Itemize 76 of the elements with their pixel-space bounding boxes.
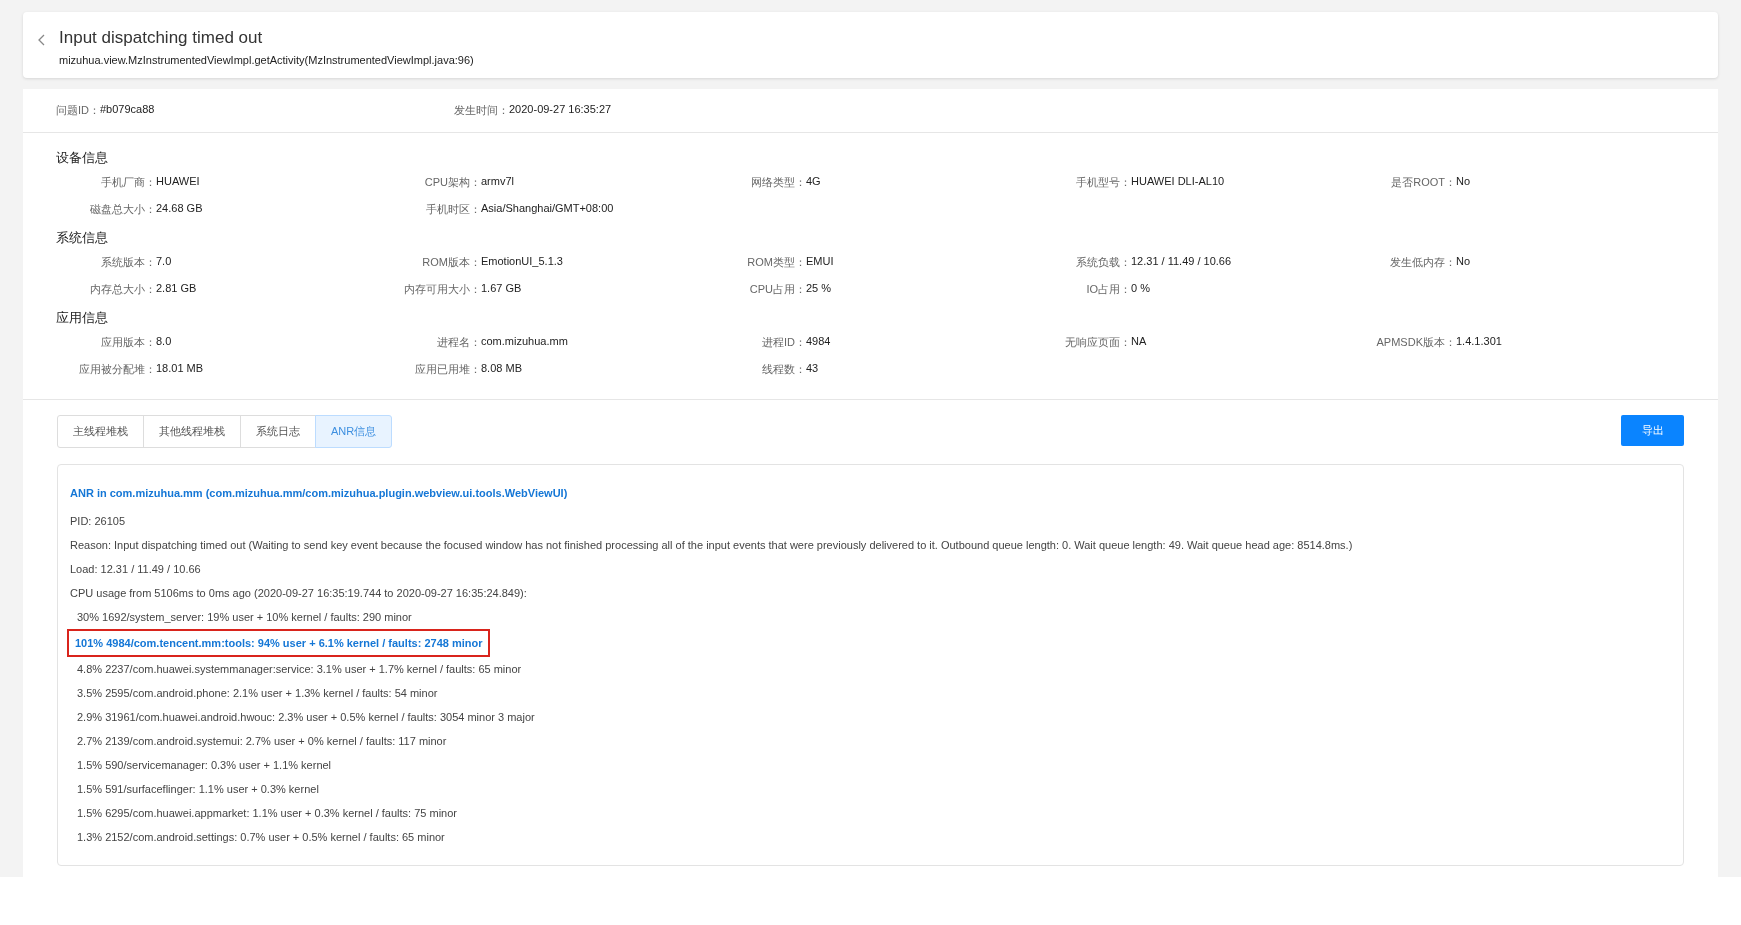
tab[interactable]: 其他线程堆栈 [143,415,241,448]
field-value: 1.67 GB [481,282,522,296]
field-value: 0 % [1131,282,1150,296]
field-label: 手机型号： [1075,175,1131,190]
issue-title: Input dispatching timed out [59,28,264,48]
field-value: EmotionUI_5.1.3 [481,255,563,269]
section-title: 应用信息 [56,309,109,327]
log-line: Load: 12.31 / 11.49 / 10.66 [70,562,201,577]
log-line: 30% 1692/system_server: 19% user + 10% kernel / faults: 290 minor [76,610,412,625]
field-value: HUAWEI [156,175,200,189]
log-line: 2.7% 2139/com.android.systemui: 2.7% user + 0% kernel / faults: 117 minor [76,734,447,749]
field-label: 磁盘总大小： [89,202,156,217]
log-line: 1.5% 590/servicemanager: 0.3% user + 1.1% kernel [76,758,332,773]
field-value: No [1456,175,1471,189]
field-label: 进程名： [436,335,481,350]
field-label: CPU占用： [748,282,806,297]
log-line: 1.5% 591/surfaceflinger: 1.1% user + 0.3% kernel [76,782,319,797]
field-label: 内存总大小： [89,282,156,297]
field-label: 应用已用堆： [414,362,481,377]
field-value: #b079ca88 [100,103,155,117]
tab[interactable]: 系统日志 [240,415,316,448]
field-value: HUAWEI DLI-AL10 [1131,175,1225,189]
field-label: 进程ID： [761,335,806,350]
field-label: ROM类型： [746,255,806,270]
field-value: Asia/Shanghai/GMT+08:00 [481,202,614,216]
field-label: 系统版本： [100,255,156,270]
log-heading: ANR in com.mizuhua.mm (com.mizuhua.mm/com.mizuhua.plugin.webview.ui.tools.WebViewUI) [70,486,568,501]
field-value: NA [1131,335,1147,349]
field-label: APMSDK版本： [1375,335,1456,350]
field-value: 4984 [806,335,831,349]
field-label: 是否ROOT： [1390,175,1456,190]
section-title: 系统信息 [56,229,109,247]
field-label: 无响应页面： [1064,335,1131,350]
log-line: Reason: Input dispatching timed out (Waiting to send key event because the focused window has not finished processing all of the input events that were previously delivered to it. Outbound queue length: 0. Wait queue length: 49. Wait queue head age: 8514.8ms.) [70,538,1353,553]
log-line: 1.5% 6295/com.huawei.appmarket: 1.1% user + 0.3% kernel / faults: 75 minor [76,806,457,821]
field-label: 手机厂商： [100,175,156,190]
field-label: 应用版本： [100,335,156,350]
issue-location: mizuhua.view.MzInstrumentedViewImpl.getActivity(MzInstrumentedViewImpl.java:96) [59,54,474,66]
section-title: 设备信息 [56,149,109,167]
field-value: com.mizuhua.mm [481,335,568,349]
tab[interactable]: 主线程堆栈 [57,415,144,448]
field-label: ROM版本： [421,255,481,270]
field-value: 12.31 / 11.49 / 10.66 [1131,255,1232,269]
field-label: CPU架构： [423,175,481,190]
field-value: armv7l [481,175,514,189]
field-value: No [1456,255,1471,269]
field-label: 发生低内存： [1389,255,1456,270]
export-button[interactable]: 导出 [1621,415,1684,446]
log-line: CPU usage from 5106ms to 0ms ago (2020-09-27 16:35:19.744 to 2020-09-27 16:35:24.849): [70,586,527,601]
field-label: IO占用： [1085,282,1131,297]
field-value: 4G [806,175,821,189]
field-label: 手机时区： [425,202,481,217]
back-icon[interactable] [37,34,47,46]
field-value: 24.68 GB [156,202,203,216]
field-label: 线程数： [761,362,806,377]
field-value: 1.4.1.301 [1456,335,1502,349]
field-value: 43 [806,362,819,376]
field-value: 8.08 MB [481,362,522,376]
field-label: 应用被分配堆： [78,362,156,377]
log-line: 1.3% 2152/com.android.settings: 0.7% user + 0.5% kernel / faults: 65 minor [76,830,445,845]
field-value: 25 % [806,282,832,296]
field-label: 内存可用大小： [403,282,481,297]
field-label: 系统负载： [1075,255,1131,270]
field-value: 2020-09-27 16:35:27 [509,103,612,117]
field-value: 7.0 [156,255,172,269]
log-line: 2.9% 31961/com.huawei.android.hwouc: 2.3% user + 0.5% kernel / faults: 3054 minor 3 major [76,710,535,725]
field-label: 发生时间： [454,103,509,118]
field-value: 2.81 GB [156,282,197,296]
log-line: 4.8% 2237/com.huawei.systemmanager:service: 3.1% user + 1.7% kernel / faults: 65 minor [76,662,522,677]
field-value: 18.01 MB [156,362,204,376]
field-value: 8.0 [156,335,172,349]
field-label: 网络类型： [750,175,806,190]
field-value: EMUI [806,255,834,269]
log-line: 3.5% 2595/com.android.phone: 2.1% user + 1.3% kernel / faults: 54 minor [76,686,438,701]
log-line: PID: 26105 [70,514,126,529]
field-label: 问题ID： [56,103,100,118]
